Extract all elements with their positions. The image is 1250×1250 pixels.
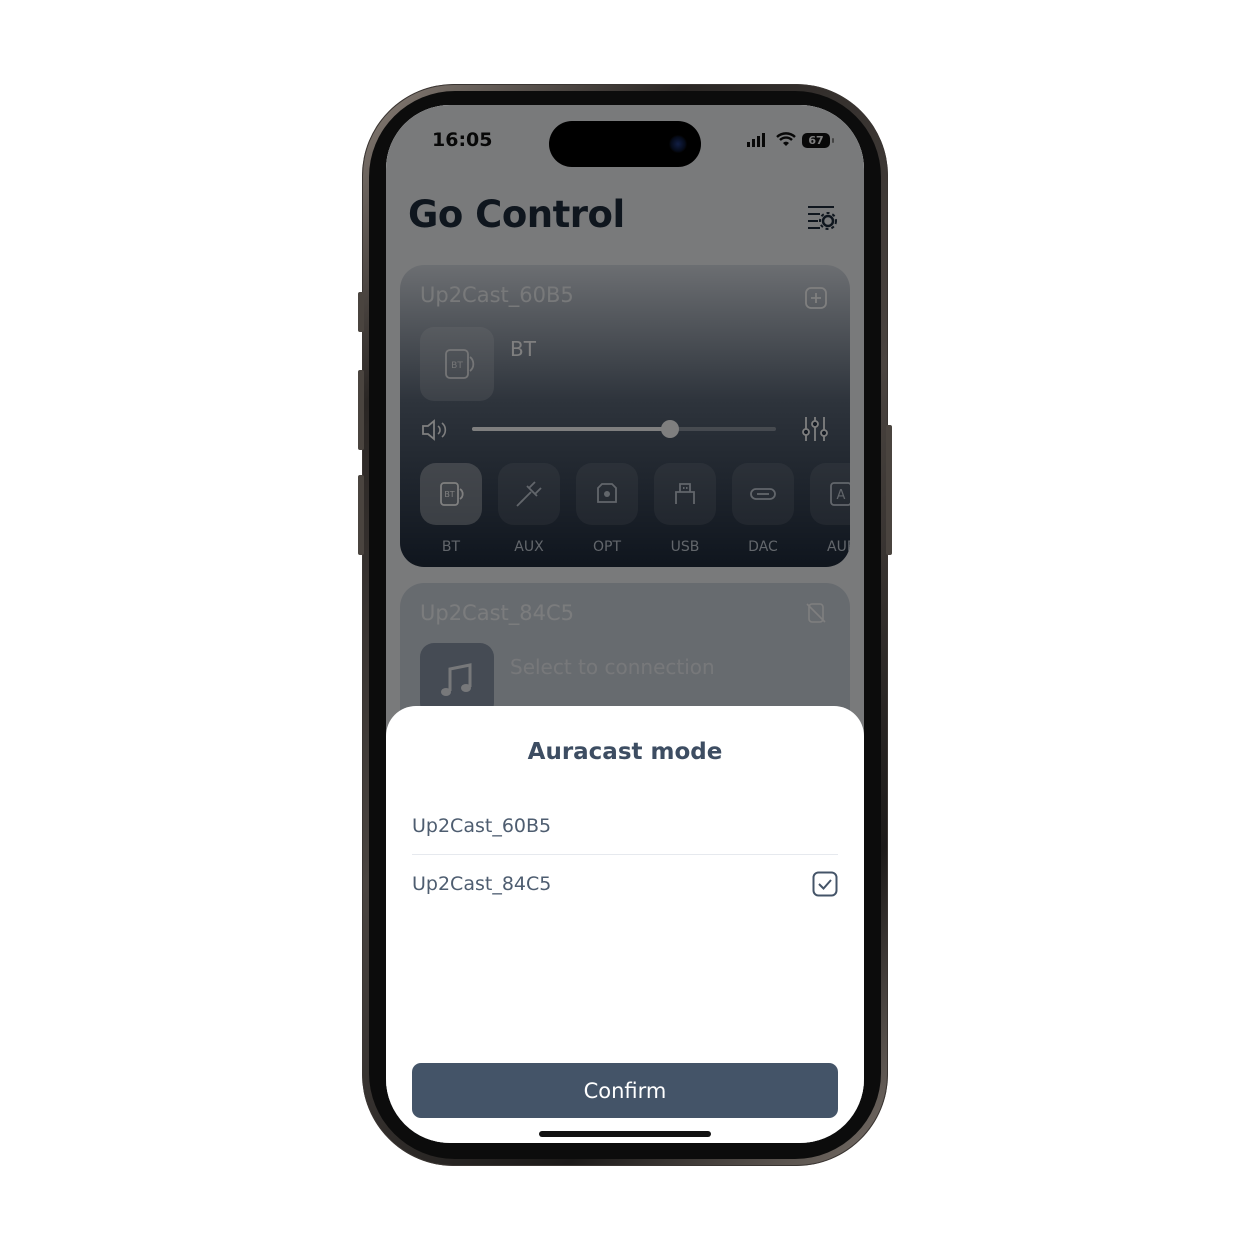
auracast-sheet: Auracast mode Up2Cast_60B5 Up2Cast_84C5 …	[386, 706, 864, 1143]
phone-screen: 16:05 67 Go Control	[386, 105, 864, 1143]
option-label: Up2Cast_84C5	[412, 873, 552, 895]
action-button	[358, 292, 364, 332]
option-row-84c5[interactable]: Up2Cast_84C5	[412, 855, 838, 913]
confirm-button[interactable]: Confirm	[412, 1063, 838, 1118]
home-indicator[interactable]	[539, 1131, 711, 1137]
sheet-title: Auracast mode	[527, 739, 723, 765]
checkbox-checked-icon[interactable]	[812, 871, 838, 897]
option-label: Up2Cast_60B5	[412, 815, 552, 837]
volume-down-button	[358, 475, 364, 555]
power-button	[886, 425, 892, 555]
volume-up-button	[358, 370, 364, 450]
option-row-60b5[interactable]: Up2Cast_60B5	[412, 797, 838, 855]
